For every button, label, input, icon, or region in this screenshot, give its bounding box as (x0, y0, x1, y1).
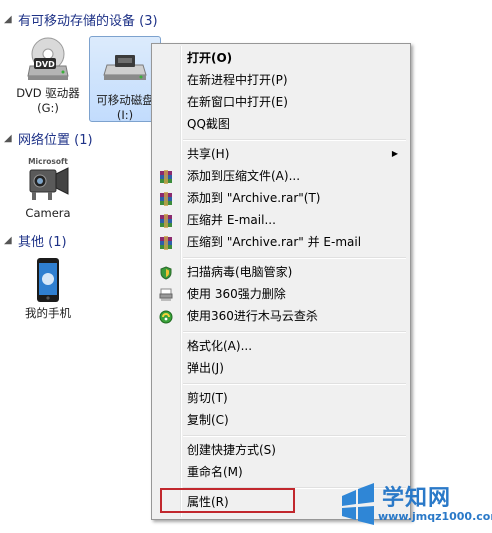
menu-item-label: 弹出(J) (187, 361, 224, 375)
menu-item-add-to-rar[interactable]: 添加到 "Archive.rar"(T) (154, 187, 408, 209)
menu-item-copy[interactable]: 复制(C) (154, 409, 408, 431)
watermark-title: 学知网 (382, 486, 452, 511)
menu-item-label: 压缩到 "Archive.rar" 并 E-mail (187, 235, 362, 249)
group-header-removable[interactable]: ◢ 有可移动存储的设备 (3) (4, 10, 158, 29)
camera-label: Camera (25, 206, 71, 220)
360-security-icon (159, 309, 173, 324)
camera-brand: Microsoft (28, 157, 68, 166)
menu-item-format[interactable]: 格式化(A)... (154, 335, 408, 357)
menu-separator (183, 257, 406, 259)
group-title: 有可移动存储的设备 (3) (18, 13, 158, 29)
phone-icon (24, 256, 72, 304)
camera-icon: Microsoft (24, 156, 72, 204)
group-header-network[interactable]: ◢ 网络位置 (1) (4, 129, 93, 148)
camera-item[interactable]: Microsoft Camera (14, 156, 82, 221)
menu-item-label: 打开(O) (187, 51, 233, 65)
shredder-icon (159, 287, 173, 301)
menu-item-compress-email[interactable]: 压缩并 E-mail... (154, 209, 408, 231)
menu-item-label: 重命名(M) (187, 465, 243, 479)
context-menu: 打开(O) 在新进程中打开(P) 在新窗口中打开(E) QQ截图 共享(H) ▶… (151, 43, 411, 520)
menu-item-label: 使用 360强力删除 (187, 287, 286, 301)
menu-item-label: 在新进程中打开(P) (187, 73, 288, 87)
menu-item-label: 压缩并 E-mail... (187, 213, 276, 227)
menu-item-label: 扫描病毒(电脑管家) (187, 265, 293, 279)
phone-item[interactable]: 我的手机 (14, 256, 82, 321)
menu-item-label: 创建快捷方式(S) (187, 443, 276, 457)
group-title: 网络位置 (1) (18, 132, 93, 148)
menu-item-create-shortcut[interactable]: 创建快捷方式(S) (154, 439, 408, 461)
menu-item-trojan-scan-360[interactable]: 使用360进行木马云查杀 (154, 305, 408, 327)
menu-item-open-new-process[interactable]: 在新进程中打开(P) (154, 69, 408, 91)
collapse-chevron-icon[interactable]: ◢ (4, 235, 14, 246)
menu-item-eject[interactable]: 弹出(J) (154, 357, 408, 379)
dvd-drive-item[interactable]: DVD DVD 驱动器 (G:) (14, 36, 82, 116)
menu-item-scan-virus[interactable]: 扫描病毒(电脑管家) (154, 261, 408, 283)
collapse-chevron-icon[interactable]: ◢ (4, 133, 14, 144)
menu-item-label: 添加到 "Archive.rar"(T) (187, 191, 321, 205)
group-title: 其他 (1) (18, 234, 67, 250)
menu-item-qq-screenshot[interactable]: QQ截图 (154, 113, 408, 135)
winrar-icon (159, 191, 173, 206)
menu-item-label: 添加到压缩文件(A)... (187, 169, 301, 183)
collapse-chevron-icon[interactable]: ◢ (4, 14, 14, 25)
menu-separator (183, 435, 406, 437)
submenu-arrow-icon: ▶ (391, 149, 398, 158)
menu-item-open-new-window[interactable]: 在新窗口中打开(E) (154, 91, 408, 113)
menu-item-cut[interactable]: 剪切(T) (154, 387, 408, 409)
watermark-url: www.jmqz1000.com (378, 510, 492, 523)
properties-highlight-box (160, 488, 295, 513)
dvd-badge: DVD (35, 60, 55, 69)
menu-item-label: 在新窗口中打开(E) (187, 95, 288, 109)
removable-disk-label: 可移动磁盘 (I:) (96, 93, 154, 122)
shield-icon (159, 265, 173, 280)
dvd-drive-icon: DVD (24, 36, 72, 84)
watermark: 学知网 www.jmqz1000.com (338, 478, 492, 530)
menu-item-label: QQ截图 (187, 117, 230, 131)
menu-item-label: 使用360进行木马云查杀 (187, 309, 318, 323)
menu-item-label: 格式化(A)... (187, 339, 253, 353)
winrar-icon (159, 235, 173, 250)
menu-item-open[interactable]: 打开(O) (154, 47, 408, 69)
phone-label: 我的手机 (25, 306, 71, 320)
menu-item-label: 共享(H) (187, 147, 230, 161)
menu-separator (183, 383, 406, 385)
menu-separator (183, 139, 406, 141)
menu-item-force-delete-360[interactable]: 使用 360强力删除 (154, 283, 408, 305)
menu-item-compress-rar-email[interactable]: 压缩到 "Archive.rar" 并 E-mail (154, 231, 408, 253)
menu-item-share[interactable]: 共享(H) ▶ (154, 143, 408, 165)
dvd-drive-label: DVD 驱动器 (G:) (16, 86, 80, 115)
menu-item-label: 剪切(T) (187, 391, 228, 405)
winrar-icon (159, 213, 173, 228)
windows-logo-icon (342, 483, 374, 525)
winrar-icon (159, 169, 173, 184)
menu-separator (183, 331, 406, 333)
removable-disk-icon (101, 43, 149, 91)
group-header-other[interactable]: ◢ 其他 (1) (4, 231, 67, 250)
menu-item-label: 复制(C) (187, 413, 229, 427)
menu-item-add-to-archive[interactable]: 添加到压缩文件(A)... (154, 165, 408, 187)
